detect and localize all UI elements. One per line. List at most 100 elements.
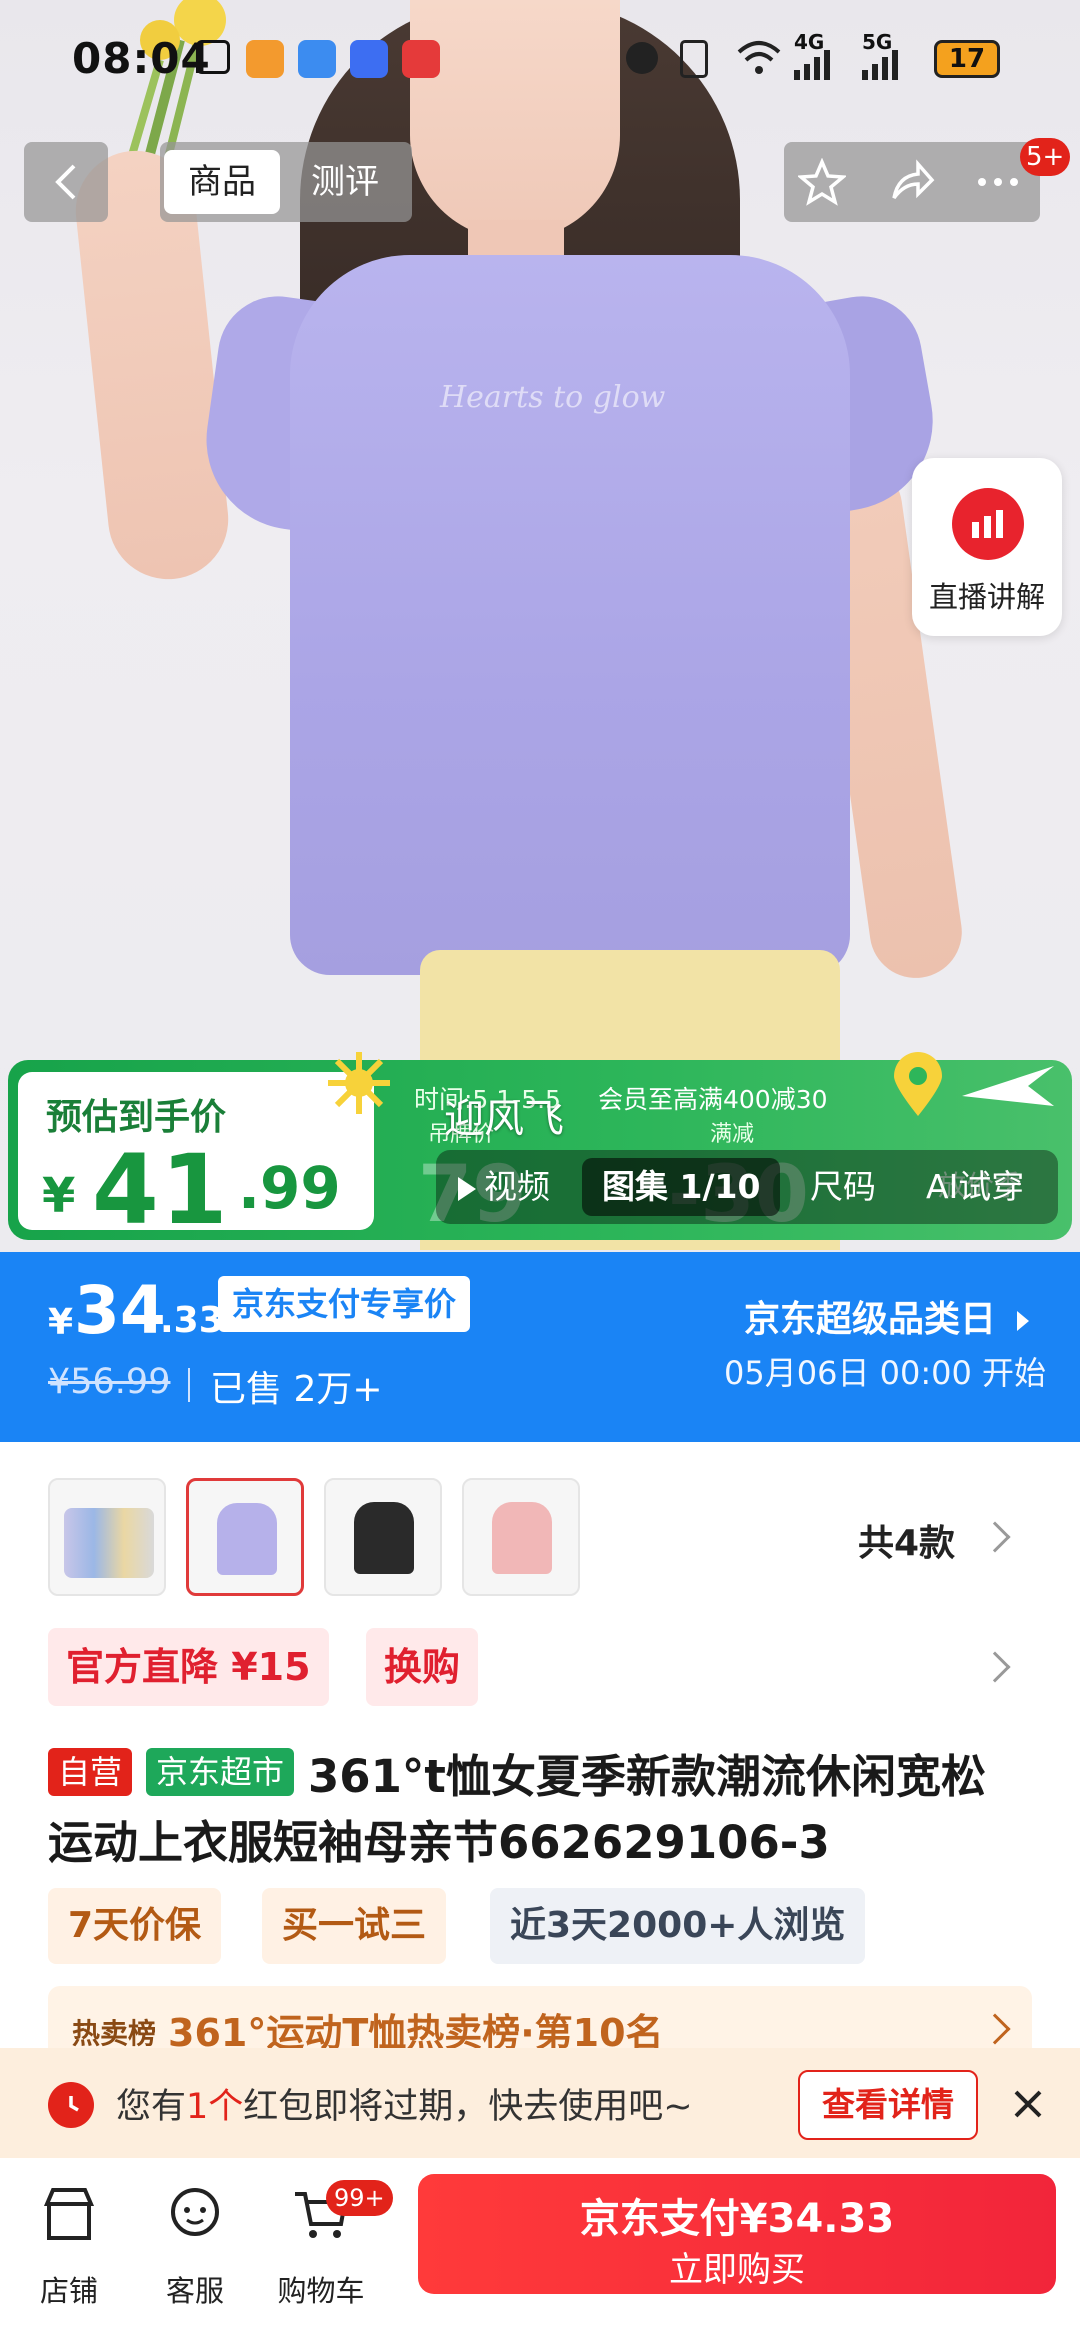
coupon-expiry-bar: 您有1个红包即将过期，快去使用吧~ 查看详情 [0,2048,1080,2158]
back-button[interactable] [24,142,108,222]
store-button[interactable]: 店铺 [14,2180,124,2310]
vibrate-icon [680,40,708,78]
divider [188,1368,190,1402]
tab-goods[interactable]: 商品 [164,150,280,214]
try-three-tag: 买一试三 [262,1888,447,1964]
store-label: 店铺 [39,2274,98,2308]
variant-image [492,1502,552,1574]
variant-thumb[interactable] [324,1478,442,1596]
live-label: 直播讲解 [928,580,1045,614]
promo-club: 会员至高满400减30 [598,1085,828,1114]
expiry-text-a: 您有 [116,2087,187,2127]
product-title-continued: 运动上衣服短袖母亲节662629106-3 [48,1816,830,1869]
price-integer: 34 [74,1272,166,1349]
views-tag: 近3天2000+人浏览 [490,1888,866,1964]
chevron-right-icon[interactable] [979,1651,1011,1683]
app-notification-icon [350,40,388,78]
service-label: 客服 [165,2274,224,2308]
app-notification-icon [402,40,440,78]
currency-symbol: ¥ [42,1168,76,1224]
sparkle-icon [328,1052,390,1114]
clock-icon [48,2082,94,2128]
variants-count[interactable]: 共4款 [858,1514,955,1566]
media-ai-tryon-button[interactable]: AI试穿 [926,1150,1024,1224]
estimated-price-card: 预估到手价 ¥ 41 .99 [18,1072,374,1246]
estimated-price-integer: 41 [92,1134,230,1246]
shirt-print: Hearts to glow [440,380,666,415]
buy-now-button[interactable]: 京东支付¥34.33 立即购买 [418,2174,1056,2294]
self-operated-tag: 自营 [48,1748,133,1796]
view-details-button[interactable]: 查看详情 [798,2070,978,2140]
app-notification-icon [246,40,284,78]
message-badge: 5+ [1020,138,1071,176]
sold-count: 已售 2万+ [210,1369,383,1410]
chevron-left-icon [55,164,76,200]
currency-symbol: ¥ [48,1302,74,1343]
jdpay-exclusive-tag: 京东支付专享价 [218,1276,471,1332]
variant-thumb-selected[interactable] [186,1478,304,1596]
nfc-icon [196,40,230,74]
battery-level: 17 [948,44,986,74]
tab-bar: 商品 测评 [160,142,412,222]
battery-icon: 17 [934,40,1000,78]
overlay-caption: 迎风飞 [444,1096,564,1142]
expiry-count: 1个 [186,2087,244,2127]
live-explain-button[interactable]: 直播讲解 [912,458,1062,636]
clock: 08:04 [72,34,211,83]
location-pin-icon [894,1052,942,1116]
rank-label: 热卖榜 [72,2017,157,2050]
variant-thumb[interactable] [48,1478,166,1596]
customer-service-icon [171,2188,219,2236]
caret-right-icon [1016,1311,1029,1331]
super-category-label: 京东超级品类日 [744,1299,997,1340]
alarm-icon [626,42,658,74]
expiry-text-b: 红包即将过期，快去使用吧~ [243,2087,693,2127]
app-notification-icon [298,40,336,78]
more-icon[interactable] [974,158,1022,206]
live-icon [952,488,1024,560]
trade-in-chip[interactable]: 换购 [366,1628,479,1706]
buy-now-label: 立即购买 [669,2250,805,2290]
estimated-price-title: 预估到手价 [46,1097,227,1138]
start-time: 05月06日 00:00 开始 [724,1354,1047,1392]
price-band: ¥ 34 .33 京东支付专享价 ¥56.99 已售 2万+ 京东超级品类日 0… [0,1252,1080,1442]
product-shirt [290,255,850,975]
top-actions [784,142,1040,222]
expiry-message: 您有1个红包即将过期，快去使用吧~ [116,2078,693,2129]
promo-sub-label: 满减 [710,1122,755,1147]
variant-image [64,1508,154,1578]
close-icon[interactable] [1004,2080,1052,2128]
chevron-right-icon [979,2013,1011,2045]
super-category-day-link[interactable]: 京东超级品类日 [744,1290,1029,1342]
share-icon[interactable] [888,158,936,206]
variants-count-label: 共4款 [858,1523,956,1564]
media-switcher: 视频 图集 1/10 尺码 AI试穿 [436,1150,1058,1224]
price-decimal: .33 [160,1300,224,1341]
signal-icon [794,50,830,80]
variant-thumb[interactable] [462,1478,580,1596]
variant-image [354,1502,414,1574]
product-title: 361°t恤女夏季新款潮流休闲宽松 [308,1750,986,1803]
service-button[interactable]: 客服 [140,2180,250,2310]
store-icon [43,2188,95,2240]
official-discount-chip[interactable]: 官方直降 ¥15 [48,1628,329,1706]
cart-label: 购物车 [277,2274,365,2308]
status-bar: 08:04 4G 5G 17 [0,0,1080,120]
tab-review[interactable]: 测评 [290,150,400,214]
media-video-label: 视频 [484,1167,550,1206]
jd-supermarket-tag: 京东超市 [146,1748,295,1796]
star-icon[interactable] [798,158,846,206]
wifi-icon [737,41,781,74]
chevron-right-icon[interactable] [979,1521,1011,1553]
estimated-price-decimal: .99 [238,1154,341,1222]
variant-image [217,1503,277,1575]
cart-badge: 99+ [326,2180,393,2216]
bottom-bar: 店铺 客服 购物车 99+ 京东支付¥34.33 立即购买 [0,2158,1080,2340]
price-protect-tag: 7天价保 [48,1888,222,1964]
media-size-button[interactable]: 尺码 [810,1150,876,1224]
media-video-button[interactable]: 视频 [458,1150,550,1224]
play-icon [458,1176,476,1201]
media-gallery-button[interactable]: 图集 1/10 [582,1158,781,1216]
airplane-icon [962,1066,1054,1106]
original-price: ¥56.99 [48,1362,171,1402]
